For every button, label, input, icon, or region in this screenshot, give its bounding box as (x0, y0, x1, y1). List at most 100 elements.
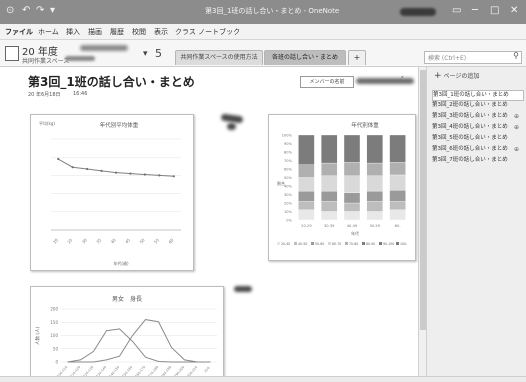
search-input[interactable]: 検索 (Ctrl+E) ⚲ (424, 51, 522, 64)
back-icon[interactable]: ⊙ (6, 5, 14, 16)
legend-label: 90-100 (383, 242, 394, 246)
legend-label: 100- (400, 242, 407, 246)
page-canvas[interactable]: 第3回_1班の話し合い・まとめ 20 年6月18日 16:46 メンバーの名前 … (0, 67, 418, 376)
y-tick-label: 0 (55, 360, 58, 365)
section-tab-discussions[interactable]: 各班の話し合い・まとめ (264, 50, 346, 65)
chart-weight-distribution[interactable]: 年代別体重 年代 割合 0% 10% 20% 30% 40% 50% 60% 70% 80% 90… (268, 114, 416, 261)
page-title[interactable]: 第3回_1班の話し合い・まとめ (28, 73, 195, 90)
bar-segment (321, 211, 338, 221)
notebook-name-redacted (80, 45, 128, 51)
chart-average-weight[interactable]: 年代別平均体重 平均(kg) 年代(歳) 20 25 30 35 40 45 50 55 60 (30, 114, 194, 271)
page-list-item[interactable]: 第3回_7班の話し合い・まとめ (432, 156, 522, 165)
account-name-redacted[interactable] (400, 8, 436, 16)
tab-draw[interactable]: 描画 (88, 27, 102, 37)
x-tick-label: 50-59 (370, 224, 381, 228)
x-tick-label: 50 (139, 237, 146, 244)
close-button[interactable]: ✕ (510, 5, 518, 16)
x-tick-label: 190-200 (173, 365, 185, 376)
bar-segment (366, 162, 383, 176)
bar-segment (389, 201, 406, 210)
add-section-button[interactable]: + (348, 50, 366, 65)
section-tab-usage[interactable]: 共同作業スペースの使用方法 (175, 50, 263, 65)
y-tick-label: 100% (282, 134, 293, 138)
bar-segment (343, 202, 361, 212)
chart-title: 男女 身長 (112, 295, 142, 303)
stacked-bar-chart-svg: 年代別体重 年代 割合 0%10%20%30%40%50%60%70%80%90… (277, 121, 407, 246)
search-icon[interactable]: ⚲ (513, 51, 519, 60)
bar-segment (321, 190, 338, 202)
maximize-button[interactable]: □ (490, 5, 499, 16)
page-list-item[interactable]: 第3回_5班の話し合い・まとめ (432, 134, 522, 143)
bar-segment (298, 190, 315, 202)
x-tick-label: 100-110 (56, 365, 68, 376)
tab-file[interactable]: ファイル (5, 27, 33, 37)
y-tick-label: 150 (50, 320, 58, 325)
tab-class-notebook[interactable]: クラス ノートブック (175, 27, 240, 37)
page-list-item-label: 第3回_6班の話し合い・まとめ (432, 146, 508, 152)
bar-segment (321, 201, 338, 212)
y-tick-label: 50 (53, 346, 59, 351)
y-tick-label: 40% (284, 185, 293, 189)
x-tick-label: 180-190 (160, 365, 172, 376)
page-list-item[interactable]: 第3回_3班の話し合い・まとめ ⊕ (432, 112, 522, 121)
line-chart-svg: 年代別平均体重 平均(kg) 年代(歳) 20 25 30 35 40 45 50 55 60 (39, 120, 181, 266)
legend-label: 40-50 (298, 242, 307, 246)
tab-home[interactable]: ホーム (38, 27, 59, 37)
bar-segment (389, 174, 406, 191)
page-list-item-label: 第3回_3班の話し合い・まとめ (432, 113, 508, 119)
data-point (100, 169, 103, 172)
undo-icon[interactable]: ↶ (22, 5, 30, 16)
page-list-item[interactable]: 第3回_4班の話し合い・まとめ ⊕ (432, 123, 522, 132)
bar-segment (321, 162, 338, 176)
tab-history[interactable]: 履歴 (110, 27, 124, 37)
chart-height-by-gender[interactable]: 男女 身長 人数 (人) 0 50 100 150 200 100-110 110-120 1… (30, 286, 224, 376)
bar-segment (366, 211, 383, 221)
x-tick-label: 40 (110, 237, 117, 244)
data-point (158, 174, 161, 177)
page-list-item-label: 第3回_1班の話し合い・まとめ (433, 92, 509, 98)
expand-icon[interactable]: ⤢ (398, 75, 404, 84)
notebook-chevron-down-icon[interactable]: ▾ (143, 49, 148, 59)
legend-swatch (277, 242, 280, 245)
y-axis-label: 人数 (人) (34, 326, 41, 345)
bar-segment (389, 162, 406, 176)
section-group-count: 5 (155, 47, 162, 60)
page-list-item[interactable]: 第3回_1班の話し合い・まとめ (432, 90, 524, 101)
y-tick-label: 200 (50, 307, 58, 312)
data-point (71, 166, 74, 169)
page-status-icon: ⊕ (513, 113, 519, 120)
chart-title: 年代別体重 (351, 121, 379, 129)
redo-icon[interactable]: ↷ (36, 5, 44, 16)
add-page-label: ページの追加 (443, 73, 480, 80)
x-tick-label: 170-180 (147, 365, 159, 376)
minimize-button[interactable]: ─ (472, 5, 478, 16)
page-list-item[interactable]: 第3回_6班の話し合い・まとめ ⊕ (432, 145, 522, 154)
notebook-icon[interactable] (5, 46, 19, 61)
page-list-item[interactable]: 第3回_2班の話し合い・まとめ (432, 101, 522, 110)
legend-label: 70-80 (349, 242, 358, 246)
redaction-mark (227, 123, 236, 130)
x-tick-label: 25 (66, 237, 73, 244)
tab-review[interactable]: 校閲 (132, 27, 146, 37)
y-tick-label: 30% (284, 193, 293, 197)
legend-swatch (294, 242, 297, 245)
ribbon-display-options-icon[interactable]: ▭ (452, 5, 461, 16)
add-page-button[interactable]: + ページの追加 (434, 71, 479, 81)
bar-segment (298, 134, 315, 165)
horizontal-scrollbar[interactable] (0, 376, 526, 382)
page-time: 16:46 (73, 91, 88, 97)
x-tick-label: 20 (52, 237, 59, 244)
legend-swatch (345, 242, 348, 245)
notebook-bar: 20 年度 共同作業スペース ▾ 5 共同作業スペースの使用方法 各班の話し合い… (0, 40, 526, 67)
data-point (86, 167, 89, 171)
tab-insert[interactable]: 挿入 (66, 27, 80, 37)
page-list-panel: + ページの追加 第3回_1班の話し合い・まとめ第3回_2班の話し合い・まとめ 第3… (426, 67, 526, 376)
quick-access-dropdown-icon[interactable]: ▾ (50, 5, 55, 16)
ribbon-tab-bar: ファイル ホーム 挿入 描画 履歴 校閲 表示 クラス ノートブック (0, 24, 526, 40)
legend-swatch (396, 242, 399, 245)
tab-view[interactable]: 表示 (154, 27, 168, 37)
x-tick-label: 40-49 (347, 224, 358, 228)
x-tick-label: 45 (124, 237, 131, 244)
legend-swatch (328, 242, 331, 245)
bar-segment (389, 209, 406, 221)
